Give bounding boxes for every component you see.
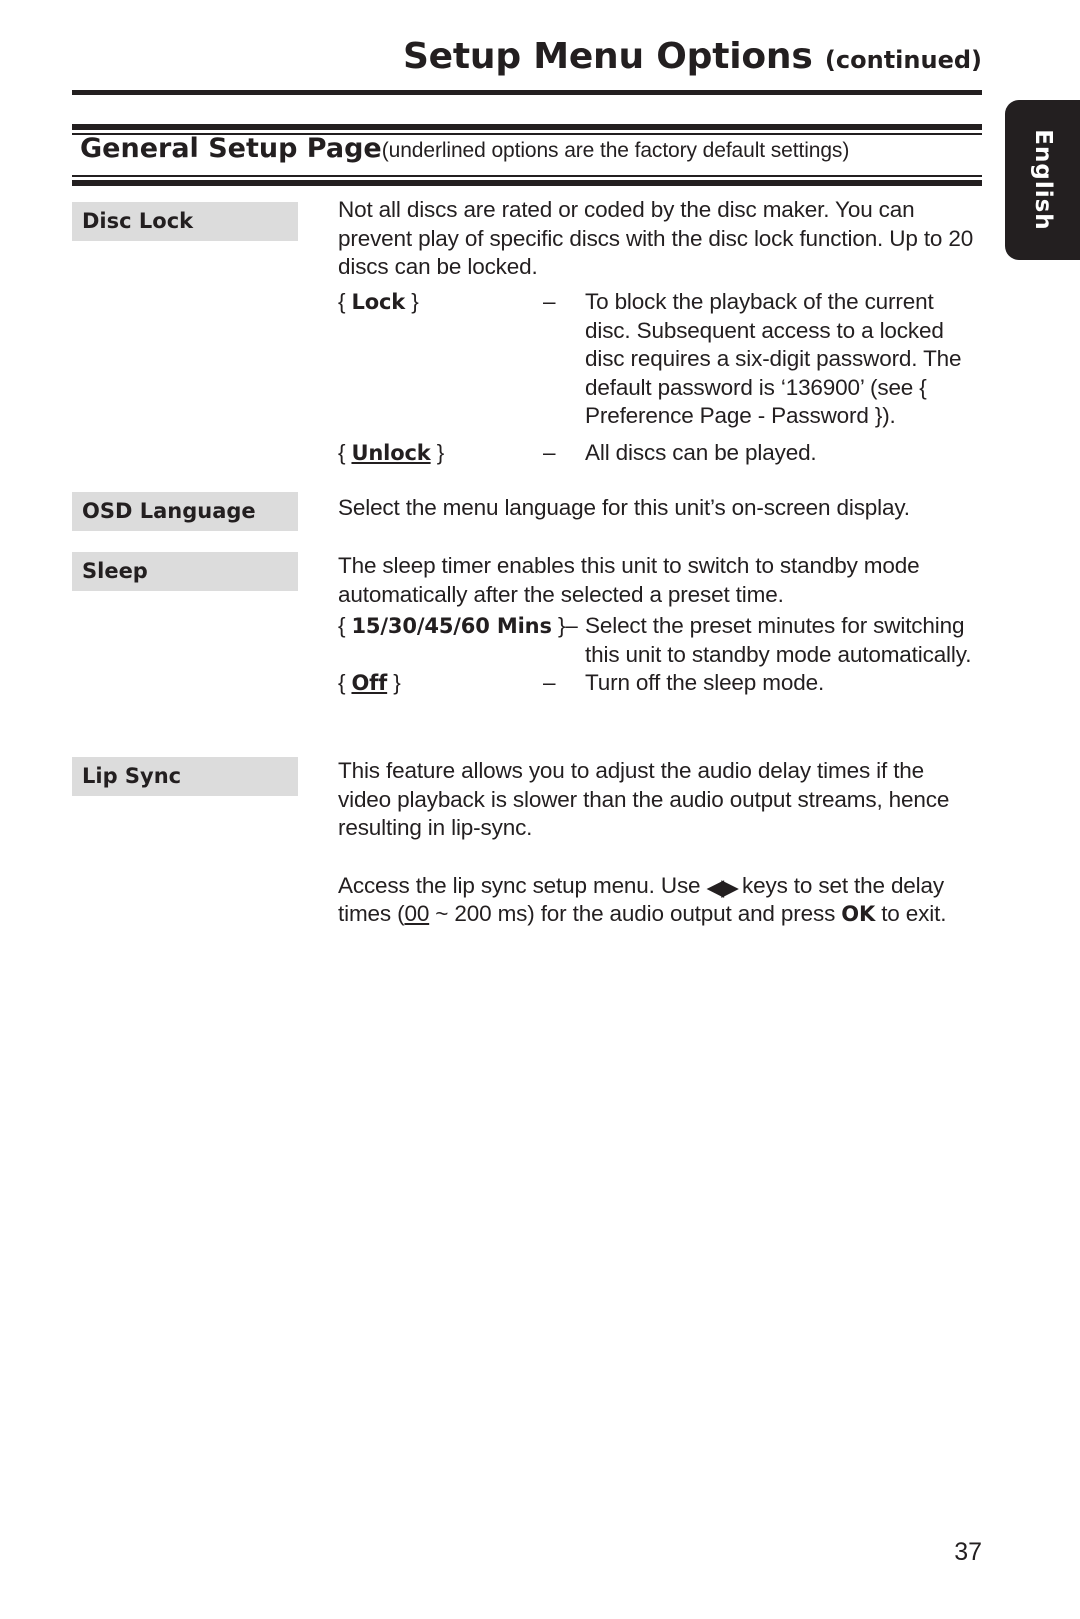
option-list-sleep: { 15/30/45/60 Mins }– Select the preset … xyxy=(338,612,983,698)
brace-close: } xyxy=(430,439,445,465)
brace-open: { xyxy=(338,439,352,465)
brace-open: { xyxy=(338,670,352,695)
paragraph-lip-sync-keys: Access the lip sync setup menu. Use ◀▶ k… xyxy=(338,871,983,929)
option-row-lock: { Lock } – To block the playback of the … xyxy=(338,288,983,431)
section-rule-top-thick xyxy=(72,124,982,130)
text-run: ~ 200 ms) for the audio output and press xyxy=(429,901,842,926)
section-rule-bottom-thick xyxy=(72,180,982,186)
option-description: All discs can be played. xyxy=(585,439,817,465)
paragraph: Select the menu language for this unit’s… xyxy=(338,495,910,520)
description-osd-language: Select the menu language for this unit’s… xyxy=(338,494,983,523)
term-label-disc-lock: Disc Lock xyxy=(72,202,298,241)
option-description: Select the preset minutes for switching … xyxy=(585,613,972,667)
brace-close: } xyxy=(387,670,401,695)
section-heading-text: General Setup Page xyxy=(80,133,382,164)
text-run: to exit. xyxy=(875,901,947,926)
language-tab: English xyxy=(1005,100,1080,260)
header-rule xyxy=(72,90,982,95)
option-name-mins: { 15/30/45/60 Mins }– xyxy=(338,612,578,641)
paragraph: This feature allows you to adjust the au… xyxy=(338,758,950,840)
option-value: 15/30/45/60 Mins xyxy=(351,614,552,638)
brace-close: } xyxy=(405,289,419,314)
language-tab-label: English xyxy=(1029,129,1056,231)
option-dash: – xyxy=(543,670,556,695)
option-list-disc-lock: { Lock } – To block the playback of the … xyxy=(338,288,983,467)
term-label-sleep: Sleep xyxy=(72,552,298,591)
left-right-arrow-icon: ◀▶ xyxy=(706,873,739,900)
page-number: 37 xyxy=(954,1538,982,1566)
section-heading: General Setup Page(underlined options ar… xyxy=(80,133,980,164)
page-title-main: Setup Menu Options xyxy=(402,36,813,77)
section-rule-bottom-thin xyxy=(72,175,982,177)
brace-close: }– xyxy=(551,613,578,638)
term-label-lip-sync: Lip Sync xyxy=(72,757,298,796)
description-lip-sync: This feature allows you to adjust the au… xyxy=(338,757,983,929)
ok-key-label: OK xyxy=(841,902,876,926)
text-run: Access the lip sync setup menu. Use xyxy=(338,872,707,898)
default-value: 00 xyxy=(404,901,430,926)
option-name-unlock: { Unlock } xyxy=(338,439,543,468)
option-row-off: { Off } – Turn off the sleep mode. xyxy=(338,669,983,698)
option-row-unlock: { Unlock } – All discs can be played. xyxy=(338,439,983,468)
paragraph: Not all discs are rated or coded by the … xyxy=(338,197,974,279)
page-title-continued: (continued) xyxy=(824,46,982,74)
paragraph: The sleep timer enables this unit to swi… xyxy=(338,553,920,607)
option-value: Unlock xyxy=(351,440,431,465)
page-title: Setup Menu Options (continued) xyxy=(72,36,982,77)
description-disc-lock: Not all discs are rated or coded by the … xyxy=(338,196,983,282)
option-name-off: { Off } xyxy=(338,669,543,698)
brace-open: { xyxy=(338,613,352,638)
option-description: Turn off the sleep mode. xyxy=(585,670,825,695)
option-row-mins: { 15/30/45/60 Mins }– Select the preset … xyxy=(338,612,983,669)
term-label-osd-language: OSD Language xyxy=(72,492,298,531)
description-sleep: The sleep timer enables this unit to swi… xyxy=(338,552,983,609)
option-name-lock: { Lock } xyxy=(338,288,543,317)
section-heading-note: (underlined options are the factory defa… xyxy=(381,139,850,162)
option-value: Lock xyxy=(351,290,406,314)
brace-open: { xyxy=(338,289,352,314)
option-value: Off xyxy=(351,671,388,695)
option-description: To block the playback of the current dis… xyxy=(585,289,962,428)
option-dash: – xyxy=(543,289,556,314)
document-page: Setup Menu Options (continued) General S… xyxy=(0,0,1080,1619)
option-dash: – xyxy=(543,439,556,465)
